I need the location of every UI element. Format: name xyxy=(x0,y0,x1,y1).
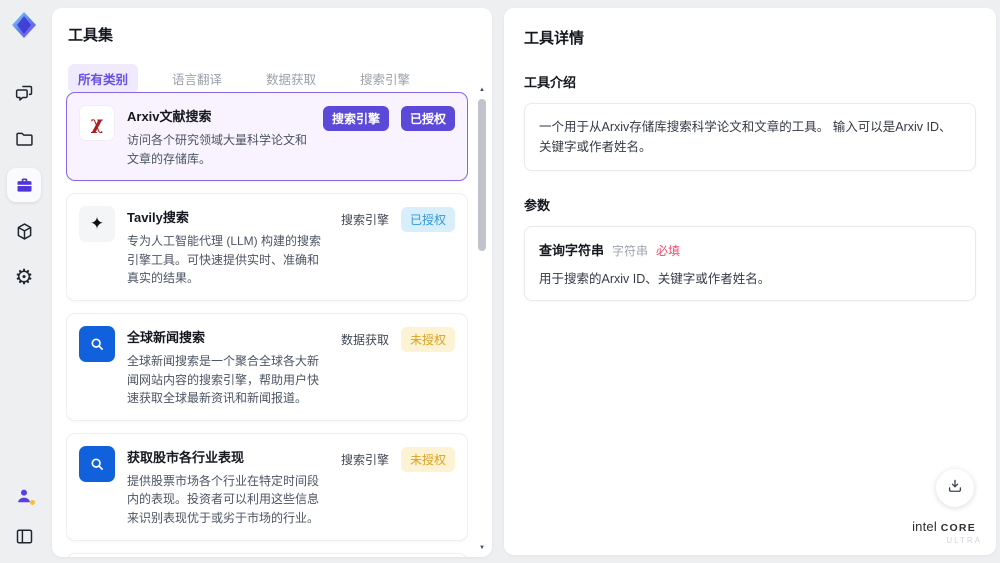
tool-details-panel: 工具详情 工具介绍 一个用于从Arxiv存储库搜索科学论文和文章的工具。 输入可… xyxy=(504,8,996,555)
sidebar-item-tools[interactable] xyxy=(7,168,41,202)
briefcase-icon xyxy=(14,175,35,196)
download-icon xyxy=(946,477,964,500)
panel-icon xyxy=(14,526,35,547)
param-name: 查询字符串 xyxy=(539,243,605,258)
sparkle-icon: ✦ xyxy=(89,214,105,234)
intro-heading: 工具介绍 xyxy=(524,75,577,90)
sidebar-item-chat[interactable] xyxy=(7,76,41,110)
tool-icon: χ ✦ xyxy=(79,105,115,141)
ultra-brand-text: ultra xyxy=(946,535,982,545)
core-brand-text: core xyxy=(940,521,976,534)
category-tab[interactable]: 语言翻译 xyxy=(162,64,232,93)
intro-text: 一个用于从Arxiv存储库搜索科学论文和文章的工具。 输入可以是Arxiv ID… xyxy=(539,120,952,154)
sidebar-item-account[interactable] xyxy=(7,479,41,513)
intro-box: 一个用于从Arxiv存储库搜索科学论文和文章的工具。 输入可以是Arxiv ID… xyxy=(524,103,976,171)
intel-core-logo: intel core ultra xyxy=(906,518,982,545)
tool-list: χ ✦ xyxy=(66,92,468,557)
tool-name: Arxiv文献搜索 xyxy=(127,109,212,124)
sidebar-item-files[interactable] xyxy=(7,122,41,156)
tool-description: 提供股票市场各个行业在特定时间段内的表现。投资者可以利用这些信息来识别表现优于或… xyxy=(127,473,320,525)
status-badge: 未授权 xyxy=(400,446,455,472)
search-app-icon xyxy=(87,454,107,474)
tool-name: 获取股市各行业表现 xyxy=(127,449,245,465)
download-button[interactable] xyxy=(936,469,974,507)
sidebar-item-settings[interactable]: ⚙ xyxy=(7,260,41,294)
folder-icon xyxy=(14,129,35,150)
app-logo xyxy=(7,8,41,42)
tool-description: 全球新闻搜索是一个聚合全球各大新闻网站内容的搜索引擎，帮助用户快速获取全球最新资… xyxy=(127,353,320,406)
user-icon xyxy=(14,486,35,506)
tool-name: Tavily搜索 xyxy=(127,210,189,226)
left-rail: ⚙ xyxy=(0,0,48,563)
status-badge: 已授权 xyxy=(400,207,455,233)
status-badge: 未授权 xyxy=(400,326,455,352)
gear-icon: ⚙ xyxy=(14,265,34,289)
category-tab[interactable]: 搜索引擎 xyxy=(350,64,420,93)
category-tabs: 所有类别 语言翻译 数据获取 搜索引擎 xyxy=(68,64,476,93)
scroll-up-arrow[interactable]: ▲ xyxy=(477,86,487,95)
tool-icon: χ ✦ xyxy=(79,325,115,362)
params-heading: 参数 xyxy=(524,198,551,213)
param-type: 字符串 xyxy=(612,244,649,258)
tool-icon: χ ✦ xyxy=(79,445,115,482)
scrollbar-thumb[interactable] xyxy=(478,99,486,251)
sidebar-item-collapse[interactable] xyxy=(7,519,41,553)
param-required-badge: 必填 xyxy=(656,244,681,258)
param-description: 用于搜索的Arxiv ID、关键字或作者姓名。 xyxy=(539,272,771,286)
status-badge: 已授权 xyxy=(400,106,455,131)
category-badge: 搜索引擎 xyxy=(340,213,389,228)
chat-icon xyxy=(14,83,35,104)
tool-icon: χ ✦ xyxy=(79,206,115,243)
tool-name: 全球新闻搜索 xyxy=(127,329,206,345)
category-badge: 搜索引擎 xyxy=(322,106,389,131)
tool-description: 专为人工智能代理 (LLM) 构建的搜索引擎工具。可快速提供实时、准确和真实的结… xyxy=(127,234,322,286)
category-tab[interactable]: 所有类别 xyxy=(68,64,139,93)
category-badge: 数据获取 xyxy=(340,332,389,347)
category-tab[interactable]: 数据获取 xyxy=(256,64,326,93)
tool-card[interactable]: χ ✦ xyxy=(66,432,468,541)
intel-brand-text: intel xyxy=(912,518,937,534)
page-title: 工具集 xyxy=(68,27,114,44)
cube-icon xyxy=(14,221,35,242)
tools-panel: 工具集 所有类别 语言翻译 数据获取 搜索引擎 χ ✦ xyxy=(52,8,492,557)
tool-card[interactable]: χ ✦ xyxy=(66,312,468,421)
search-app-icon xyxy=(87,334,107,354)
tool-card[interactable]: χ ✦ xyxy=(66,92,468,182)
scroll-down-arrow[interactable]: ▼ xyxy=(477,544,487,553)
category-badge: 搜索引擎 xyxy=(340,452,389,467)
details-title: 工具详情 xyxy=(524,30,585,47)
tool-card[interactable]: χ ✦ xyxy=(66,552,468,557)
sidebar-item-models[interactable] xyxy=(7,214,41,248)
list-scrollbar: ▲ ▼ xyxy=(477,86,487,553)
tool-card[interactable]: χ ✦ xyxy=(66,193,468,301)
arxiv-icon: χ xyxy=(90,112,104,134)
param-box: 查询字符串 字符串 必填 用于搜索的Arxiv ID、关键字或作者姓名。 xyxy=(524,226,976,301)
tool-description: 访问各个研究领域大量科学论文和文章的存储库。 xyxy=(127,133,308,166)
